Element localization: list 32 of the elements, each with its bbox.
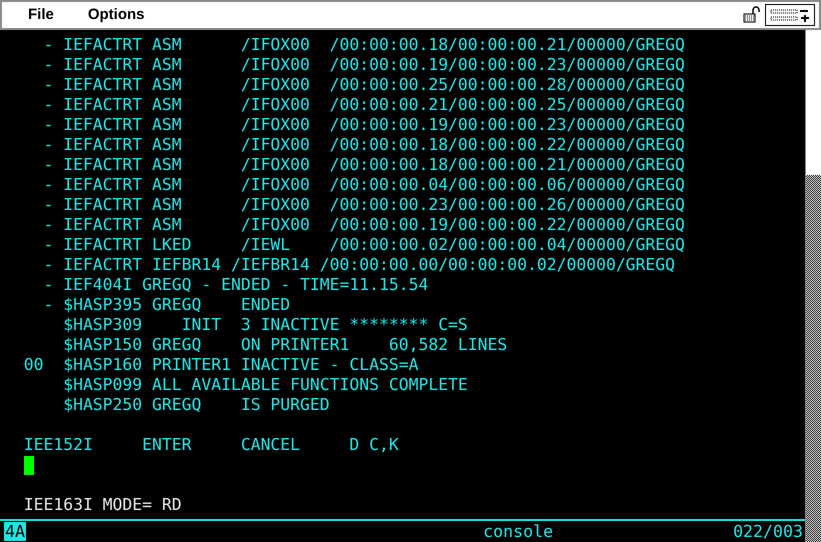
scrollbar-thumb[interactable]: [806, 175, 821, 542]
console-line: - IEFACTRT ASM /IFOX00 /00:00:00.18/00:00:00.21/00000/GREGQ: [42, 155, 685, 175]
console-line: - IEFACTRT IEFBR14 /IEFBR14 /00:00:00.00/00:00:00.02/00000/GREGQ: [42, 255, 676, 275]
console-line: - IEFACTRT ASM /IFOX00 /00:00:00.25/00:00:00.28/00000/GREGQ: [42, 75, 685, 95]
scrollbar[interactable]: [805, 30, 821, 542]
menu-item[interactable]: File: [28, 4, 54, 26]
console-line: - IEFACTRT ASM /IFOX00 /00:00:00.21/00:00:00.25/00000/GREGQ: [42, 95, 685, 115]
console-line: - IEFACTRT ASM /IFOX00 /00:00:00.04/00:00:00.06/00000/GREGQ: [42, 175, 685, 195]
session-indicator: 4A: [4, 522, 26, 541]
console-line: $HASP309 INIT 3 INACTIVE ******** C=S: [62, 315, 468, 335]
console-line: $HASP250 GREGQ IS PURGED: [62, 395, 330, 415]
console-line: - IEFACTRT ASM /IFOX00 /00:00:00.18/00:00:00.21/00000/GREGQ: [42, 35, 685, 55]
console-line: - IEFACTRT LKED /IEWL /00:00:00.02/00:00:00.04/00000/GREGQ: [42, 235, 685, 255]
console-line: - $HASP395 GREGQ ENDED: [42, 295, 290, 315]
keyboard-unlocked-icon: [743, 6, 761, 24]
cursor-position: 022/003: [733, 522, 803, 541]
console-line: - IEFACTRT ASM /IFOX00 /00:00:00.19/00:00:00.22/00000/GREGQ: [42, 215, 685, 235]
console-line: - IEFACTRT ASM /IFOX00 /00:00:00.19/00:00:00.23/00000/GREGQ: [42, 55, 685, 75]
console-line: IEE163I MODE= RD: [22, 495, 182, 515]
text-cursor: [24, 456, 34, 474]
keyboard-icon: [770, 7, 810, 23]
console-line: - IEFACTRT ASM /IFOX00 /00:00:00.19/00:00:00.23/00000/GREGQ: [42, 115, 685, 135]
menu-item[interactable]: Options: [88, 4, 145, 26]
console-line: 00 $HASP160 PRINTER1 INACTIVE - CLASS=A: [22, 355, 418, 375]
console-line: IEE152I ENTER CANCEL D C,K: [22, 435, 399, 455]
console-line: - IEFACTRT ASM /IFOX00 /00:00:00.18/00:00:00.22/00000/GREGQ: [42, 135, 685, 155]
console-line: - IEFACTRT ASM /IFOX00 /00:00:00.23/00:00:00.26/00000/GREGQ: [42, 195, 685, 215]
console-line: $HASP150 GREGQ ON PRINTER1 60,582 LINES: [62, 335, 508, 355]
keyboard-button[interactable]: [765, 4, 815, 26]
console-line: - IEF404I GREGQ - ENDED - TIME=11.15.54: [42, 275, 428, 295]
status-mode: console: [483, 522, 554, 541]
console-line: $HASP099 ALL AVAILABLE FUNCTIONS COMPLETE: [62, 375, 468, 395]
